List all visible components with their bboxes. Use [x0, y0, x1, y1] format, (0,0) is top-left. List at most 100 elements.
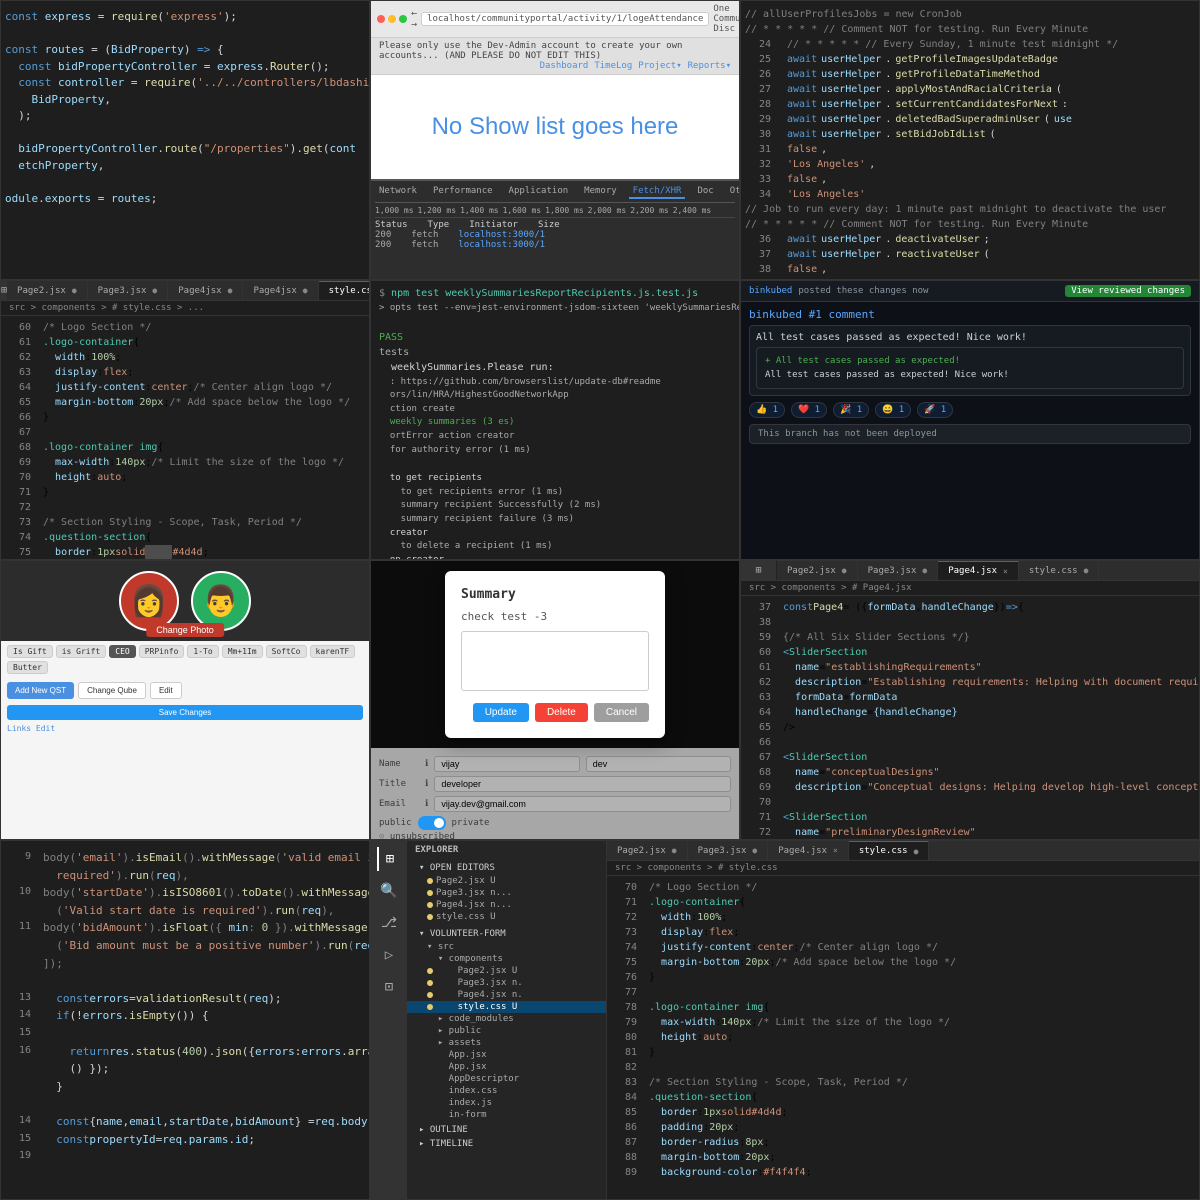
file-inform[interactable]: in-form [407, 1109, 606, 1121]
activity-explorer[interactable]: ⊞ [377, 847, 401, 871]
file-indexjs[interactable]: index.js [407, 1097, 606, 1109]
tag-mm1im[interactable]: Mm+1Im [222, 645, 263, 658]
folder-components[interactable]: ▾ components [407, 953, 606, 965]
volunteer-form-toggle[interactable]: ▾ VOLUNTEER-FORM [407, 927, 606, 941]
folder-src[interactable]: ▾ src [407, 941, 606, 953]
reaction-smile[interactable]: 😄 1 [875, 402, 911, 418]
browser-titlebar: ← → localhost/communityportal/activity/1… [371, 1, 739, 38]
tag-is-grift[interactable]: is Grift [56, 645, 107, 658]
tab-doc[interactable]: Doc [693, 185, 717, 199]
visibility-toggle[interactable] [418, 816, 446, 830]
activity-debug[interactable]: ▷ [377, 943, 401, 967]
open-style[interactable]: style.css U [407, 911, 606, 923]
no-show-text: No Show list goes here [432, 113, 679, 141]
file-appjsx2[interactable]: App.jsx [407, 1061, 606, 1073]
tab-mr-page3[interactable]: Page3.jsx ● [858, 562, 939, 580]
folder-code-modules[interactable]: ▸ code_modules [407, 1013, 606, 1025]
vscode-panel-bottom-right: ⊞ 🔍 ⎇ ▷ ⊡ EXPLORER ▾ OPEN EDITORS Page2.… [370, 840, 1200, 1200]
folder-assets[interactable]: ▸ assets [407, 1037, 606, 1049]
modal-delete-button[interactable]: Delete [535, 703, 588, 722]
file-page4[interactable]: Page4.jsx n. [407, 989, 606, 1001]
view-reviewed-btn[interactable]: View reviewed changes [1065, 285, 1191, 297]
reaction-heart[interactable]: ❤️ 1 [791, 402, 827, 418]
no-show-area: No Show list goes here [371, 75, 739, 179]
activity-icon-files[interactable]: ⊞ [755, 565, 761, 576]
reports-link[interactable]: Reports▾ [688, 61, 731, 71]
file-appjsx[interactable]: App.jsx [407, 1049, 606, 1061]
tab-performance[interactable]: Performance [429, 185, 497, 199]
tab-mr-page4[interactable]: Page4.jsx × [938, 561, 1019, 580]
github-pr-panel: binkubed posted these changes now View r… [740, 280, 1200, 560]
github-header: binkubed posted these changes now View r… [741, 281, 1199, 302]
tab-other[interactable]: Other [726, 185, 740, 199]
file-appdescriptor[interactable]: AppDescriptor [407, 1073, 606, 1085]
code-panel-top-right: // allUserProfilesJobs = new CronJob // … [740, 0, 1200, 280]
tab-style-css[interactable]: style.css × [319, 281, 369, 300]
tag-butter[interactable]: Butter [7, 661, 48, 674]
code-panel-bottom-left: 9 body('email').isEmail().withMessage('v… [0, 840, 370, 1200]
tab-page3[interactable]: Page3.jsx ● [88, 282, 169, 300]
profile-footer: Links Edit [1, 722, 369, 735]
tab-mr-page2[interactable]: Page2.jsx ● [777, 562, 858, 580]
tag-softco[interactable]: SoftCo [266, 645, 307, 658]
editor-content-bottom-right[interactable]: 70/* Logo Section */ 71.logo-container {… [607, 876, 1199, 1199]
terminal-panel: $ npm test weeklySummariesReportRecipien… [370, 280, 740, 560]
reaction-thumbs[interactable]: 👍 1 [749, 402, 785, 418]
tab-br-page2[interactable]: Page2.jsx ● [607, 842, 688, 860]
file-page3[interactable]: Page3.jsx n. [407, 977, 606, 989]
modal-textarea[interactable] [461, 631, 649, 691]
tab-network[interactable]: Network [375, 185, 421, 199]
edit-button-profile[interactable]: Edit [150, 682, 182, 699]
tab-page4b[interactable]: Page4jsx ● [243, 282, 318, 300]
toggle-knob [434, 818, 444, 828]
project-link[interactable]: Project▾ [638, 61, 681, 71]
file-page2[interactable]: Page2.jsx U [407, 965, 606, 977]
tab-br-page3[interactable]: Page3.jsx ● [688, 842, 769, 860]
edit-link[interactable]: Edit [36, 724, 55, 733]
outline-toggle[interactable]: ▸ OUTLINE [407, 1123, 606, 1137]
save-changes-button[interactable]: Save Changes [7, 705, 363, 720]
folder-public[interactable]: ▸ public [407, 1025, 606, 1037]
deploy-notice: This branch has not been deployed [749, 424, 1191, 444]
open-page3[interactable]: Page3.jsx n... [407, 887, 606, 899]
tag-1to[interactable]: 1-To [187, 645, 218, 658]
activity-extensions[interactable]: ⊡ [377, 975, 401, 999]
timeline-toggle[interactable]: ▸ TIMELINE [407, 1137, 606, 1151]
tab-page2[interactable]: Page2.jsx ● [7, 282, 88, 300]
breadcrumb-middle-left: src > components > # style.css > ... [1, 301, 369, 316]
devtools-content: 1,000 ms1,200 ms1,400 ms1,600 ms1,800 ms… [375, 206, 735, 250]
tab-application[interactable]: Application [505, 185, 573, 199]
reaction-party[interactable]: 🎉 1 [833, 402, 869, 418]
add-new-qst-button[interactable]: Add New QST [7, 682, 74, 699]
tab-fetch[interactable]: Fetch/XHR [629, 185, 686, 199]
file-indexcss[interactable]: index.css [407, 1085, 606, 1097]
tab-memory[interactable]: Memory [580, 185, 621, 199]
links-link[interactable]: Links [7, 724, 31, 733]
tab-br-page4[interactable]: Page4.jsx × [768, 842, 849, 860]
tab-page4a[interactable]: Page4jsx ● [168, 282, 243, 300]
open-page2[interactable]: Page2.jsx U [407, 875, 606, 887]
file-style[interactable]: style.css U [407, 1001, 606, 1013]
editor-content-middle-left[interactable]: 60/* Logo Section */ 61.logo-container {… [1, 316, 369, 559]
timelog-link[interactable]: TimeLog [594, 61, 632, 71]
volunteer-form-section: ▾ VOLUNTEER-FORM ▾ src ▾ components Page… [407, 925, 606, 1123]
modal-update-button[interactable]: Update [473, 703, 529, 722]
activity-git[interactable]: ⎇ [377, 911, 401, 935]
modal-cancel-button[interactable]: Cancel [594, 703, 649, 722]
activity-search[interactable]: 🔍 [377, 879, 401, 903]
change-qube-button[interactable]: Change Qube [78, 682, 146, 699]
tag-is-gift[interactable]: Is Gift [7, 645, 53, 658]
editor-content-middle-right[interactable]: 37const Page4 = ({formData, handleChange… [741, 596, 1199, 839]
tab-br-style[interactable]: style.css ● [849, 841, 930, 860]
open-editors-toggle[interactable]: ▾ OPEN EDITORS [407, 861, 606, 875]
dashboard-link[interactable]: Dashboard [540, 61, 589, 71]
url-bar[interactable]: localhost/communityportal/activity/1/log… [421, 12, 709, 26]
modal-panel: Summary check test -3 Update Delete Canc… [370, 560, 740, 840]
tag-prpinfo[interactable]: PRPinfo [139, 645, 185, 658]
reaction-rocket[interactable]: 🚀 1 [917, 402, 953, 418]
tag-ceo[interactable]: CEO [109, 645, 135, 658]
open-page4[interactable]: Page4.jsx n... [407, 899, 606, 911]
tag-karentf[interactable]: karenTF [310, 645, 356, 658]
change-photo-button[interactable]: Change Photo [146, 623, 224, 637]
tab-mr-style[interactable]: style.css ● [1019, 562, 1100, 580]
